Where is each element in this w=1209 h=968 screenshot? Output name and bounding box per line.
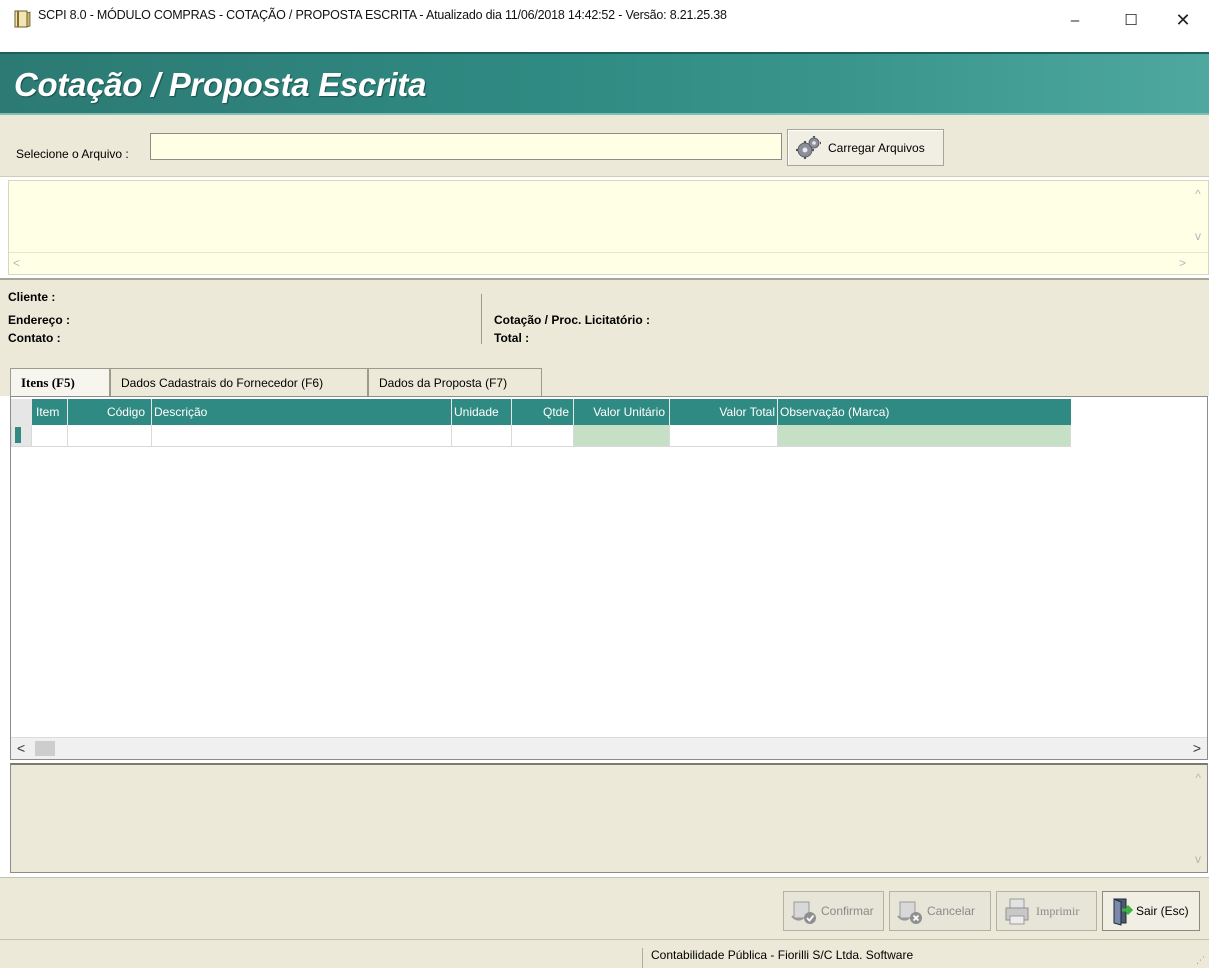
- close-button[interactable]: ✕: [1161, 0, 1205, 40]
- cell-unit-price[interactable]: [573, 425, 669, 447]
- client-info-panel: Cliente : Endereço : Contato : Cotação /…: [0, 278, 1209, 350]
- window-title: SCPI 8.0 - MÓDULO COMPRAS - COTAÇÃO / PR…: [38, 8, 727, 22]
- scroll-down-icon[interactable]: v: [1195, 852, 1201, 866]
- address-label: Endereço :: [8, 313, 71, 327]
- grid-horizontal-scrollbar[interactable]: < >: [11, 737, 1207, 759]
- scroll-up-icon[interactable]: ^: [1195, 187, 1201, 201]
- tab-proposal-data[interactable]: Dados da Proposta (F7): [368, 368, 542, 396]
- col-unit-price[interactable]: Valor Unitário: [573, 399, 669, 425]
- confirm-button[interactable]: Confirmar: [783, 891, 884, 931]
- printer-icon: [1005, 898, 1029, 925]
- file-input[interactable]: [150, 133, 782, 160]
- maximize-button[interactable]: ☐: [1109, 0, 1153, 40]
- cancel-button[interactable]: Cancelar: [889, 891, 991, 931]
- resize-grip-icon[interactable]: ⋰: [1196, 955, 1205, 966]
- scroll-down-icon[interactable]: v: [1195, 229, 1201, 243]
- file-selection-panel: Selecione o Arquivo : Carregar Arquivos: [0, 115, 1209, 177]
- scroll-up-icon[interactable]: ^: [1195, 771, 1201, 785]
- col-code[interactable]: Código: [67, 399, 151, 425]
- app-icon: [14, 10, 31, 28]
- title-bar: SCPI 8.0 - MÓDULO COMPRAS - COTAÇÃO / PR…: [0, 0, 1209, 52]
- cell-observation[interactable]: [777, 425, 1071, 447]
- gears-icon: [796, 135, 821, 159]
- confirm-label: Confirmar: [821, 904, 874, 918]
- col-observation[interactable]: Observação (Marca): [777, 399, 1071, 425]
- total-label: Total :: [494, 331, 530, 345]
- cell-item[interactable]: [31, 425, 67, 447]
- memo-horizontal-scrollbar[interactable]: < >: [9, 252, 1208, 274]
- scroll-right-icon[interactable]: >: [1179, 256, 1186, 270]
- load-files-label: Carregar Arquivos: [828, 140, 925, 155]
- col-description[interactable]: Descrição: [151, 399, 451, 425]
- col-qty[interactable]: Qtde: [511, 399, 573, 425]
- scroll-left-icon[interactable]: <: [17, 740, 25, 756]
- grid-header: Item Código Descrição Unidade Qtde Valor…: [11, 399, 1071, 425]
- action-bar: Confirmar Cancelar Imprimir Sair (Esc): [0, 877, 1209, 939]
- cancel-label: Cancelar: [927, 904, 976, 918]
- cell-description[interactable]: [151, 425, 451, 447]
- row-indicator-header: [11, 399, 31, 425]
- cell-unit[interactable]: [451, 425, 511, 447]
- file-content-memo[interactable]: ^ v < >: [8, 180, 1209, 275]
- memo-vertical-scrollbar[interactable]: ^ v: [1190, 181, 1208, 253]
- client-label: Cliente :: [8, 290, 56, 304]
- status-bar: Contabilidade Pública - Fiorilli S/C Ltd…: [0, 939, 1209, 968]
- cancel-icon: [897, 901, 922, 924]
- tab-items[interactable]: Itens (F5): [10, 368, 110, 396]
- page-title: Cotação / Proposta Escrita: [14, 66, 427, 103]
- cell-total-price[interactable]: [669, 425, 777, 447]
- table-row[interactable]: [11, 425, 1071, 447]
- status-text: Contabilidade Pública - Fiorilli S/C Ltd…: [642, 948, 913, 968]
- col-unit[interactable]: Unidade: [451, 399, 511, 425]
- exit-button[interactable]: Sair (Esc): [1102, 891, 1200, 931]
- tab-strip: Itens (F5) Dados Cadastrais do Fornecedo…: [0, 350, 1209, 396]
- contact-label: Contato :: [8, 331, 61, 345]
- load-files-button[interactable]: Carregar Arquivos: [787, 129, 944, 166]
- exit-door-icon: [1113, 898, 1134, 926]
- info-divider: [481, 294, 482, 344]
- scroll-thumb[interactable]: [35, 741, 55, 756]
- scroll-left-icon[interactable]: <: [13, 256, 20, 270]
- row-pointer-icon: [15, 427, 21, 443]
- exit-label: Sair (Esc): [1136, 904, 1189, 918]
- cell-qty[interactable]: [511, 425, 573, 447]
- print-label: Imprimir: [1036, 903, 1080, 918]
- minimize-button[interactable]: –: [1053, 0, 1097, 40]
- quotation-label: Cotação / Proc. Licitatório :: [494, 313, 651, 327]
- col-total-price[interactable]: Valor Total: [669, 399, 777, 425]
- row-indicator[interactable]: [11, 425, 31, 447]
- tab-supplier-data[interactable]: Dados Cadastrais do Fornecedor (F6): [110, 368, 368, 396]
- col-item[interactable]: Item: [31, 399, 67, 425]
- scroll-right-icon[interactable]: >: [1193, 740, 1201, 756]
- print-button[interactable]: Imprimir: [996, 891, 1097, 931]
- items-grid[interactable]: Item Código Descrição Unidade Qtde Valor…: [10, 396, 1208, 760]
- confirm-icon: [791, 901, 816, 924]
- cell-code[interactable]: [67, 425, 151, 447]
- item-detail-memo[interactable]: ^ v: [10, 763, 1208, 873]
- header-banner: Cotação / Proposta Escrita: [0, 52, 1209, 115]
- file-label: Selecione o Arquivo :: [16, 147, 129, 161]
